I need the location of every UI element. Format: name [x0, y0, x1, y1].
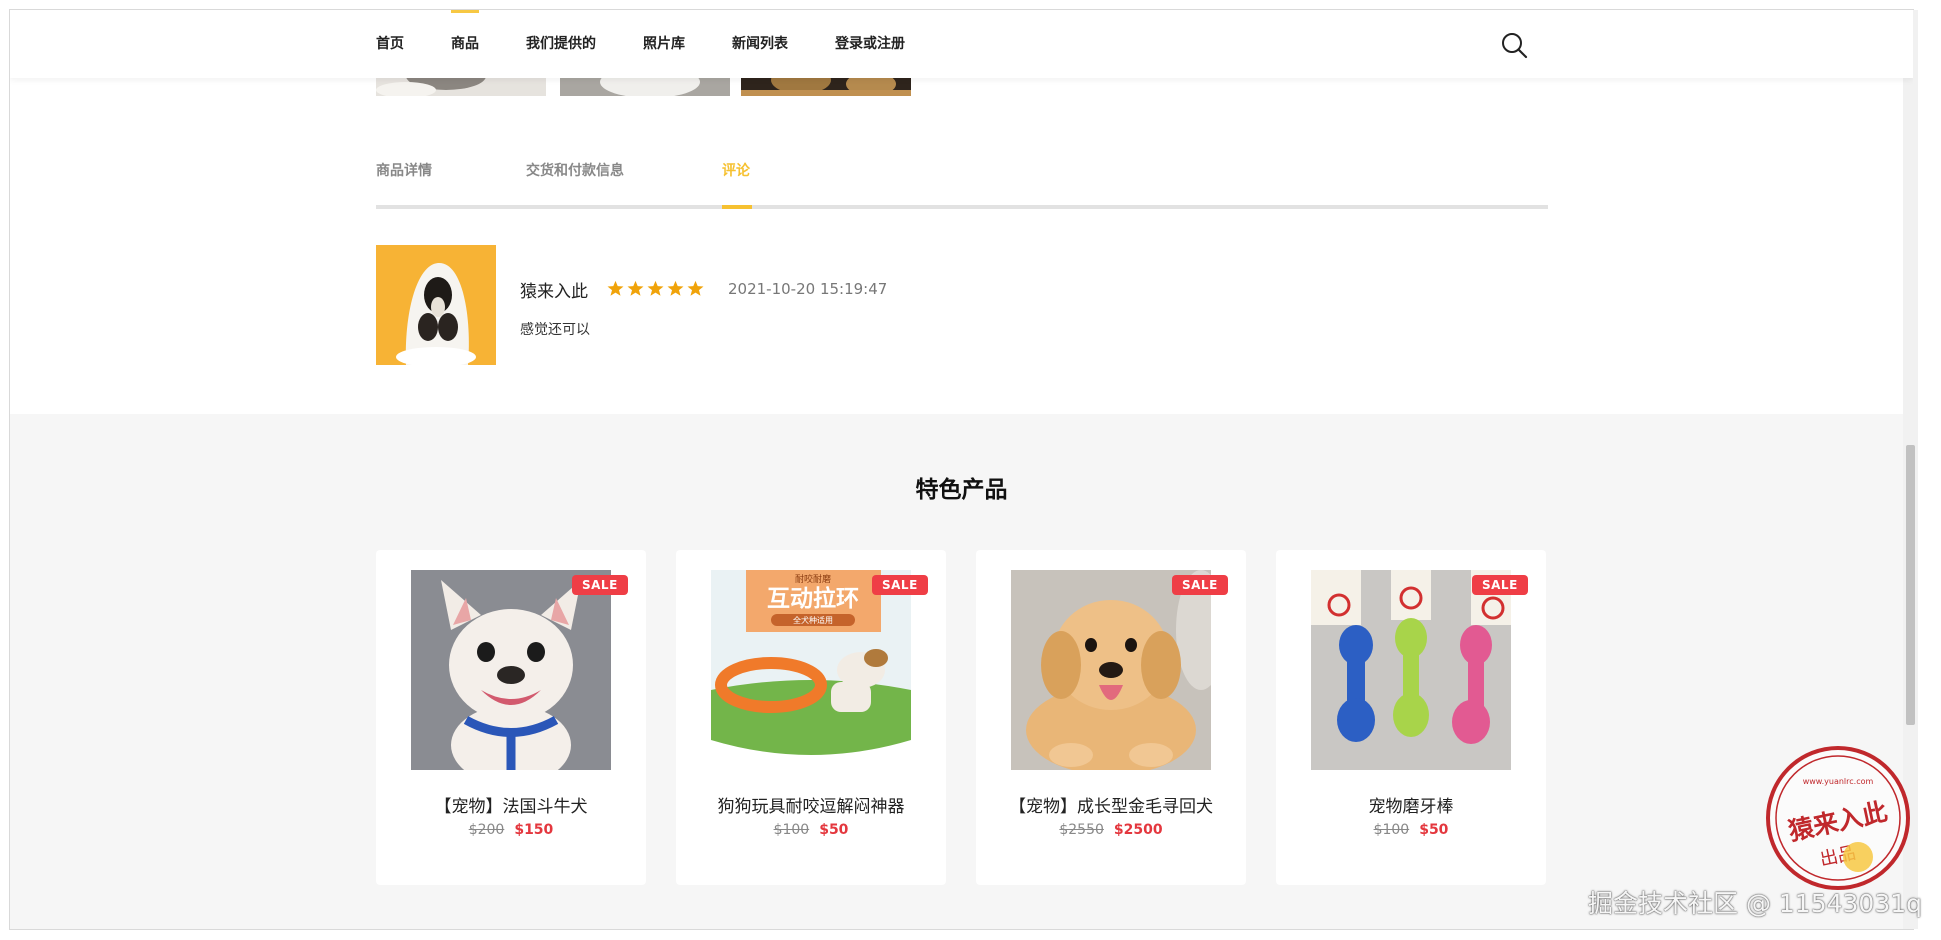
star-icon: [627, 280, 644, 296]
watermark-stamp: www.yuanlrc.com 猿来入此 出品: [1762, 742, 1914, 894]
old-price: $100: [1373, 822, 1410, 838]
site-watermark: 掘金技术社区 @ 11543031q: [1588, 889, 1923, 918]
toy-banner-sub: 全犬种适用: [793, 615, 833, 625]
product-card[interactable]: SALE 宠物磨牙棒 $100 $50: [1276, 550, 1546, 885]
sale-badge: SALE: [572, 575, 628, 595]
review-date: 2021-10-20 15:19:47: [728, 280, 888, 298]
product-price: $100 $50: [1276, 822, 1546, 838]
sale-badge: SALE: [872, 575, 928, 595]
nav-services[interactable]: 我们提供的: [526, 10, 596, 78]
stamp-url: www.yuanlrc.com: [1803, 777, 1874, 786]
nav-home[interactable]: 首页: [376, 10, 404, 78]
product-name[interactable]: 狗狗玩具耐咬逗解闷神器: [676, 792, 946, 817]
nav-news[interactable]: 新闻列表: [732, 10, 788, 78]
product-image[interactable]: 耐咬耐磨 互动拉环 全犬种适用: [711, 570, 911, 770]
product-name[interactable]: 【宠物】法国斗牛犬: [376, 792, 646, 817]
tab-delivery-payment[interactable]: 交货和付款信息: [526, 160, 624, 180]
star-icon: [607, 280, 624, 296]
old-price: $100: [773, 822, 810, 838]
nav-menu: 首页 商品 我们提供的 照片库 新闻列表 登录或注册: [376, 10, 952, 78]
product-price: $100 $50: [676, 822, 946, 838]
tab-reviews[interactable]: 评论: [722, 160, 750, 180]
product-name[interactable]: 【宠物】成长型金毛寻回犬: [976, 792, 1246, 817]
old-price: $2550: [1059, 822, 1104, 838]
search-icon[interactable]: [1500, 31, 1528, 59]
tab-track: [376, 205, 1548, 209]
reviewer-avatar: [376, 245, 496, 365]
product-card[interactable]: SALE 【宠物】成长型金毛寻回犬 $2550 $2500: [976, 550, 1246, 885]
sale-badge: SALE: [1472, 575, 1528, 595]
product-price: $2550 $2500: [976, 822, 1246, 838]
nav-login-register[interactable]: 登录或注册: [835, 10, 905, 78]
top-navbar: 首页 商品 我们提供的 照片库 新闻列表 登录或注册: [10, 10, 1913, 78]
toy-banner-top: 耐咬耐磨: [795, 573, 831, 585]
star-icon: [667, 280, 684, 296]
old-price: $200: [468, 822, 505, 838]
product-image[interactable]: [411, 570, 611, 770]
star-icon: [687, 280, 704, 296]
sale-price: $50: [1419, 822, 1449, 838]
product-card[interactable]: 耐咬耐磨 互动拉环 全犬种适用 SALE 狗狗玩具耐咬逗解闷神器 $100 $50: [676, 550, 946, 885]
reviewer-name: 猿来入此: [520, 282, 588, 302]
tab-active-indicator: [722, 205, 752, 209]
browser-viewport: 首页 商品 我们提供的 照片库 新闻列表 登录或注册 商品详情 交货和付款信息 …: [10, 10, 1913, 929]
nav-products[interactable]: 商品: [451, 10, 479, 78]
sale-price: $50: [819, 822, 849, 838]
toy-banner-main: 互动拉环: [767, 585, 859, 612]
rating-stars: [607, 280, 704, 297]
nav-gallery[interactable]: 照片库: [643, 10, 685, 78]
featured-title: 特色产品: [915, 477, 1008, 503]
sale-price: $150: [514, 822, 554, 838]
sale-price: $2500: [1113, 822, 1163, 838]
star-icon: [647, 280, 664, 296]
product-tabs: 商品详情 交货和付款信息 评论: [376, 160, 1548, 212]
sale-badge: SALE: [1172, 575, 1228, 595]
product-image[interactable]: [1311, 570, 1511, 770]
product-image[interactable]: [1011, 570, 1211, 770]
review-text: 感觉还可以: [520, 322, 590, 338]
tab-product-details[interactable]: 商品详情: [376, 160, 432, 180]
product-price: $200 $150: [376, 822, 646, 838]
scrollbar-thumb[interactable]: [1906, 445, 1915, 725]
product-card[interactable]: SALE 【宠物】法国斗牛犬 $200 $150: [376, 550, 646, 885]
product-name[interactable]: 宠物磨牙棒: [1276, 792, 1546, 817]
